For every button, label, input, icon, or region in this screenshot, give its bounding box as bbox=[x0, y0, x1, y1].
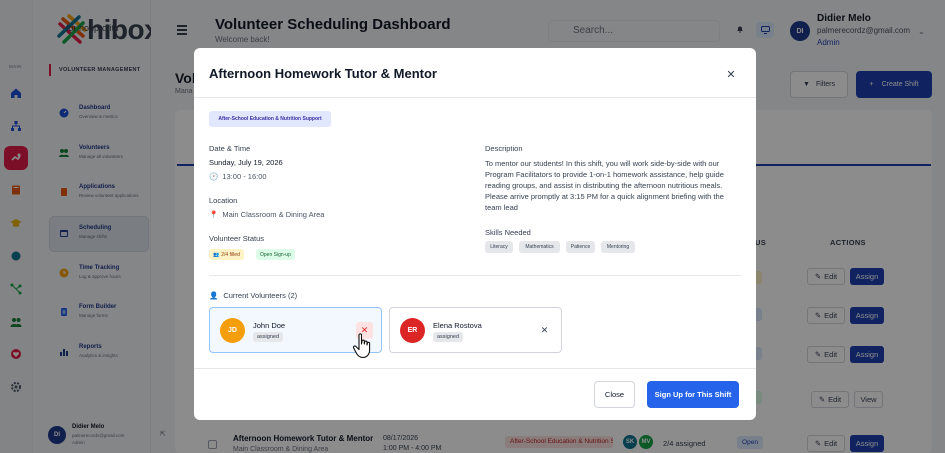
volunteer-status-badge: assigned bbox=[433, 332, 464, 342]
shift-time-row: 🕑 13:00 - 16:00 bbox=[209, 172, 267, 181]
map-pin-icon: 📍 bbox=[209, 210, 219, 219]
shift-date: Sunday, July 19, 2026 bbox=[209, 158, 283, 167]
volunteer-name: Elena Rostova bbox=[433, 321, 482, 330]
volunteer-name: John Doe bbox=[253, 321, 286, 330]
remove-volunteer-icon[interactable]: ✕ bbox=[536, 322, 553, 339]
location-row: 📍 Main Classroom & Dining Area bbox=[209, 210, 324, 219]
skill-tag: Mentoring bbox=[601, 241, 635, 253]
user-plus-icon: 👤 bbox=[209, 291, 219, 300]
current-volunteers-label: Current Volunteers (2) bbox=[223, 291, 298, 300]
shift-details-modal: Afternoon Homework Tutor & Mentor ✕ Afte… bbox=[194, 48, 756, 420]
description-text: To mentor our students! In this shift, y… bbox=[485, 159, 724, 212]
filled-badge: 👥 2/4 filled bbox=[209, 249, 244, 260]
clock-icon: 🕑 bbox=[209, 172, 219, 181]
skill-tag: Mathematics bbox=[519, 241, 560, 253]
location-label: Location bbox=[209, 196, 238, 205]
divider bbox=[209, 275, 741, 276]
shift-time: 13:00 - 16:00 bbox=[222, 172, 267, 181]
date-time-label: Date & Time bbox=[209, 144, 251, 153]
avatar: ER bbox=[400, 318, 425, 343]
close-icon[interactable]: ✕ bbox=[725, 68, 737, 81]
divider bbox=[194, 368, 756, 369]
signup-status-badge: Open Sign-up bbox=[256, 249, 295, 260]
shift-location: Main Classroom & Dining Area bbox=[222, 210, 325, 219]
people-icon: 👥 bbox=[213, 251, 220, 258]
skill-tag: Patience bbox=[566, 241, 595, 253]
skill-tag: Literacy bbox=[485, 241, 513, 253]
category-badge: After-School Education & Nutrition Suppo… bbox=[209, 111, 331, 127]
volunteer-status-badge: assigned bbox=[253, 332, 284, 342]
skills-label: Skills Needed bbox=[485, 228, 531, 237]
close-button[interactable]: Close bbox=[594, 381, 635, 408]
filled-text: 2/4 filled bbox=[221, 251, 240, 258]
hand-cursor-icon bbox=[352, 333, 371, 359]
avatar: JD bbox=[220, 318, 245, 343]
current-volunteers-heading: 👤 Current Volunteers (2) bbox=[209, 291, 297, 300]
modal-title: Afternoon Homework Tutor & Mentor bbox=[209, 66, 437, 81]
divider bbox=[194, 97, 756, 98]
sign-up-button[interactable]: Sign Up for This Shift bbox=[647, 381, 739, 408]
volunteer-status-label: Volunteer Status bbox=[209, 234, 265, 243]
description-label: Description bbox=[485, 144, 523, 153]
volunteer-card[interactable]: ER Elena Rostova assigned ✕ bbox=[389, 307, 562, 353]
